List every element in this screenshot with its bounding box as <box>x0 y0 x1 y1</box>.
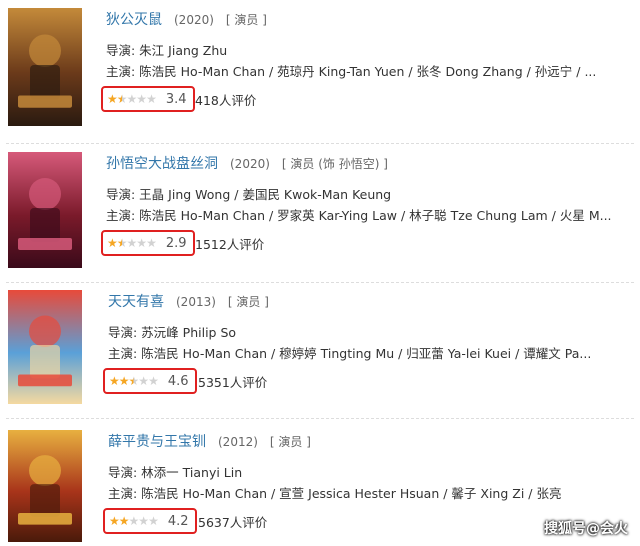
movie-year: (2020) <box>230 157 270 171</box>
movie-title-link[interactable]: 孙悟空大战盘丝洞 <box>106 156 218 172</box>
movie-poster[interactable] <box>8 8 82 126</box>
star-icon: ★ <box>128 514 140 528</box>
star-icon: ★ <box>109 374 120 388</box>
director-line: 导演: 林添一 Tianyi Lin <box>108 465 243 480</box>
movie-info: 薛平贵与王宝钏 (2012) [ 演员 ] 导演: 林添一 Tianyi Lin 主… <box>103 430 613 534</box>
movie-title-link[interactable]: 狄公灭鼠 <box>106 12 162 28</box>
movie-role: [ 演员 ] <box>225 13 267 27</box>
movie-title-link[interactable]: 薛平贵与王宝钏 <box>108 434 206 450</box>
movie-poster[interactable] <box>8 152 82 268</box>
movie-role: [ 演员 (饰 孙悟空) ] <box>281 157 388 171</box>
star-icon: ★ <box>148 374 159 388</box>
rating-stars: ★★★★★ <box>109 514 159 528</box>
rating-highlight-box: ★★★★★ 3.4 <box>101 86 195 112</box>
star-icon: ★ <box>146 92 157 106</box>
movie-info: 狄公灭鼠 (2020) [ 演员 ] 导演: 朱江 Jiang Zhu 主演: 陈浩… <box>101 8 611 112</box>
watermark: 搜狐号@会火 <box>544 521 628 537</box>
cast-line: 主演: 陈浩民 Ho-Man Chan / 穆婷婷 Tingting Mu / … <box>108 346 592 361</box>
rating-count-link[interactable]: 418人评价 <box>195 90 256 109</box>
cast-line: 主演: 陈浩民 Ho-Man Chan / 罗家英 Kar-Ying Law /… <box>106 208 611 223</box>
star-icon: ★ <box>126 236 138 250</box>
title-line: 孙悟空大战盘丝洞 (2020) [ 演员 (饰 孙悟空) ] <box>106 152 611 176</box>
star-icon: ★ <box>109 514 120 528</box>
movie-title-link[interactable]: 天天有喜 <box>108 294 164 310</box>
star-icon: ★ <box>118 374 130 388</box>
poster-image <box>8 290 82 404</box>
rating-line: ★★★★★ 4.6 5351人评价 <box>103 368 613 394</box>
star-icon: ★ <box>126 92 138 106</box>
poster-image <box>8 430 82 542</box>
rating-score: 3.4 <box>165 91 187 107</box>
rating-highlight-box: ★★★★★ 4.6 <box>103 368 197 394</box>
rating-stars: ★★★★★ <box>109 374 159 388</box>
star-icon: ★ <box>128 374 140 388</box>
poster-image <box>8 152 82 268</box>
star-icon: ★ <box>136 92 147 106</box>
rating-highlight-box: ★★★★★ 4.2 <box>103 508 197 534</box>
movie-role: [ 演员 ] <box>227 295 269 309</box>
director-line: 导演: 朱江 Jiang Zhu <box>106 43 228 58</box>
title-line: 狄公灭鼠 (2020) [ 演员 ] <box>106 8 611 32</box>
star-icon: ★ <box>138 374 149 388</box>
rating-count-link[interactable]: 5637人评价 <box>198 512 267 531</box>
star-icon: ★ <box>146 236 157 250</box>
rating-score: 4.6 <box>167 373 189 389</box>
cast-line: 主演: 陈浩民 Ho-Man Chan / 宣萱 Jessica Hester … <box>108 486 562 501</box>
star-icon: ★ <box>116 92 128 106</box>
star-icon: ★ <box>107 92 118 106</box>
movie-info: 孙悟空大战盘丝洞 (2020) [ 演员 (饰 孙悟空) ] 导演: 王晶 Jing… <box>101 152 611 256</box>
poster-image <box>8 8 82 126</box>
item-divider <box>6 418 634 419</box>
star-icon: ★ <box>116 236 128 250</box>
rating-stars: ★★★★★ <box>107 92 157 106</box>
director-line: 导演: 苏沅峰 Philip So <box>108 325 237 340</box>
movie-year: (2020) <box>174 13 214 27</box>
cast-line: 主演: 陈浩民 Ho-Man Chan / 苑琼丹 King-Tan Yuen … <box>106 64 597 79</box>
rating-highlight-box: ★★★★★ 2.9 <box>101 230 195 256</box>
movie-role: [ 演员 ] <box>269 435 311 449</box>
star-icon: ★ <box>138 514 149 528</box>
star-icon: ★ <box>107 236 118 250</box>
rating-line: ★★★★★ 3.4 418人评价 <box>101 86 611 112</box>
rating-stars: ★★★★★ <box>107 236 157 250</box>
movie-poster[interactable] <box>8 430 82 542</box>
star-icon: ★ <box>148 514 159 528</box>
movie-info: 天天有喜 (2013) [ 演员 ] 导演: 苏沅峰 Philip So 主演: 陈… <box>103 290 613 394</box>
rating-line: ★★★★★ 4.2 5637人评价 <box>103 508 613 534</box>
title-line: 薛平贵与王宝钏 (2012) [ 演员 ] <box>108 430 613 454</box>
director-line: 导演: 王晶 Jing Wong / 姜国民 Kwok-Man Keung <box>106 187 392 202</box>
item-divider <box>6 282 634 283</box>
star-icon: ★ <box>136 236 147 250</box>
movie-poster[interactable] <box>8 290 82 404</box>
rating-score: 2.9 <box>165 235 187 251</box>
title-line: 天天有喜 (2013) [ 演员 ] <box>108 290 613 314</box>
rating-score: 4.2 <box>167 513 189 529</box>
movie-year: (2012) <box>218 435 258 449</box>
rating-count-link[interactable]: 1512人评价 <box>195 234 264 253</box>
item-divider <box>6 143 634 144</box>
rating-count-link[interactable]: 5351人评价 <box>198 372 267 391</box>
movie-year: (2013) <box>176 295 216 309</box>
rating-line: ★★★★★ 2.9 1512人评价 <box>101 230 611 256</box>
star-icon: ★ <box>118 514 130 528</box>
